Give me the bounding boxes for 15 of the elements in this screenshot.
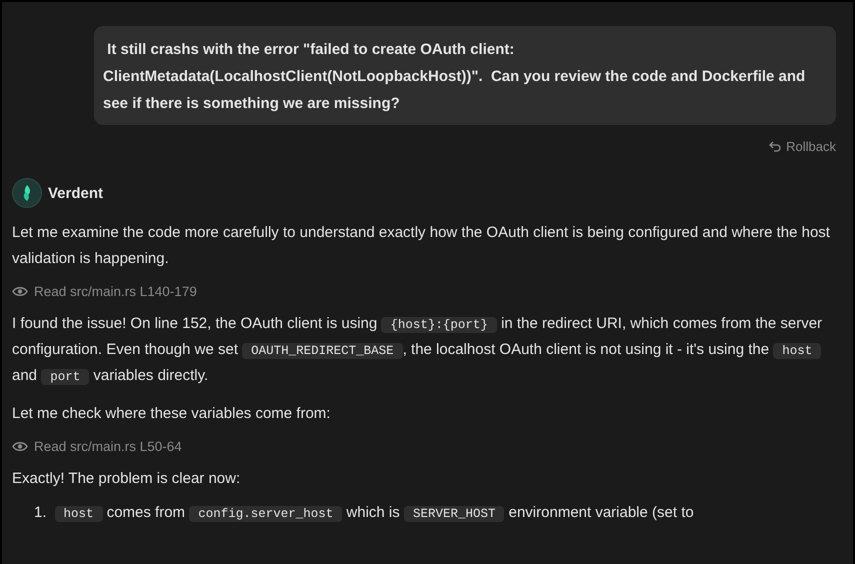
eye-icon	[12, 286, 28, 297]
message-paragraph: Let me examine the code more carefully to understand exactly how the OAuth client is being configured and where the host validation is happening.	[12, 223, 831, 269]
assistant-name: Verdent	[48, 184, 104, 202]
message-paragraph: I found the issue! On line 152, the OAuth client is using {host}:{port} in the redirect URI, which comes from the server configuration. Even though we set OAUTH_REDIRECT_BASE , the localhost OAuth client is not using it - it's using the host and port variables directly.	[12, 314, 824, 387]
eye-icon	[12, 441, 28, 452]
rollback-button[interactable]: Rollback	[769, 139, 836, 154]
message-paragraph: Let me check where these variables come from:	[12, 404, 332, 424]
list-number: 1.	[34, 503, 47, 523]
message-paragraph: Exactly! The problem is clear now:	[12, 469, 242, 489]
list-item-text: host comes from config.server_host which is SERVER_HOST environment variable (set to	[54, 500, 694, 526]
user-message: It still crashs with the error "failed to create OAuth client: ClientMetadata(LocalhostClient(NotLoopbackHost))". Can you review the code and Dockerfile and see if there is something we are missing?	[94, 26, 836, 125]
tool-call-label: Read src/main.rs L140-179	[34, 284, 197, 299]
tool-call-label: Read src/main.rs L50-64	[34, 439, 182, 454]
undo-icon	[769, 141, 782, 152]
logo-icon	[12, 178, 42, 208]
